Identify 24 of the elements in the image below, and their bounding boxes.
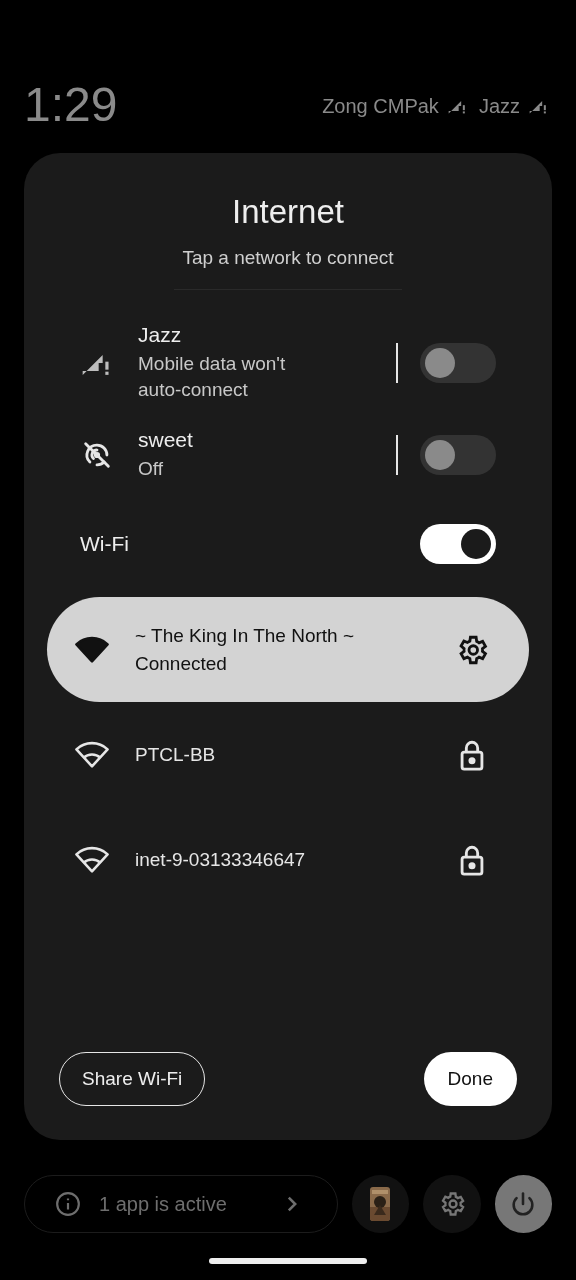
power-button[interactable] [494, 1175, 552, 1233]
network-name: PTCL-BB [135, 743, 217, 766]
network-name: Jazz [138, 323, 183, 347]
network-name: inet-9-03133346647 [135, 848, 307, 871]
wifi-network-item[interactable]: inet-9-03133346647 [47, 807, 529, 912]
toggle-switch[interactable] [420, 343, 496, 383]
clock-time: 1:29 [24, 80, 118, 133]
network-status: Mobile data won't auto-connect [138, 352, 287, 402]
dialog-subtitle: Tap a network to connect [182, 247, 394, 269]
wifi-network-item[interactable]: PTCL-BB [47, 702, 529, 807]
network-name: sweet [138, 428, 194, 452]
info-icon [55, 1191, 81, 1217]
carrier-name: Jazz [478, 94, 520, 118]
wifi-network-item[interactable]: ~ The King In The North ~ Connected [47, 597, 529, 702]
dialog-title: Internet [232, 193, 344, 231]
wifi-toggle[interactable] [420, 524, 496, 564]
chevron-icon [286, 1196, 297, 1212]
network-status: Off [138, 457, 164, 481]
wifi-label: Wi-Fi [80, 532, 130, 556]
done-button[interactable]: Done [423, 1052, 517, 1106]
carrier-name: Zong CMPak [322, 94, 439, 118]
toggle-switch[interactable] [420, 435, 496, 475]
network-name: ~ The King In The North ~ [135, 624, 355, 647]
network-status: Connected [135, 652, 228, 675]
